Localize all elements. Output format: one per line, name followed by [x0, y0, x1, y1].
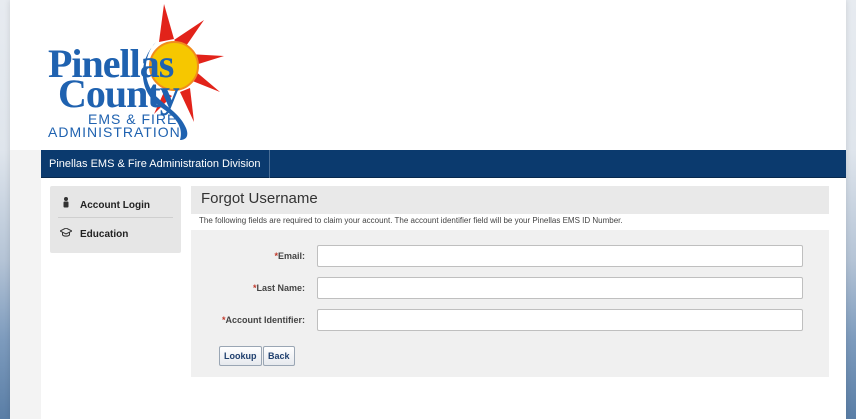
- email-field[interactable]: [317, 245, 803, 267]
- page-title: Forgot Username: [201, 190, 318, 207]
- logo-text-county: County: [58, 71, 180, 116]
- top-navbar: Pinellas EMS & Fire Administration Divis…: [41, 150, 846, 178]
- sidebar-item-label: Account Login: [80, 200, 150, 211]
- sidebar-item-label: Education: [80, 229, 129, 240]
- pinellas-county-logo[interactable]: Pinellas County EMS & FIRE ADMINISTRATIO…: [34, 4, 234, 140]
- graduation-cap-icon: [58, 223, 74, 247]
- back-button[interactable]: Back: [263, 346, 295, 366]
- lookup-button[interactable]: Lookup: [219, 346, 262, 366]
- sidebar-item-account-login[interactable]: Account Login: [58, 194, 173, 218]
- last-name-field[interactable]: [317, 277, 803, 299]
- page-description: The following fields are required to cla…: [199, 216, 623, 225]
- account-identifier-label: *Account Identifier:: [221, 315, 305, 325]
- logo-text-administration: ADMINISTRATION: [48, 124, 181, 140]
- account-identifier-field[interactable]: [317, 309, 803, 331]
- email-label: *Email:: [274, 251, 305, 261]
- sidebar-item-education[interactable]: Education: [58, 223, 173, 247]
- person-icon: [58, 194, 74, 218]
- nav-item-division[interactable]: Pinellas EMS & Fire Administration Divis…: [41, 150, 270, 178]
- last-name-label: *Last Name:: [252, 283, 305, 293]
